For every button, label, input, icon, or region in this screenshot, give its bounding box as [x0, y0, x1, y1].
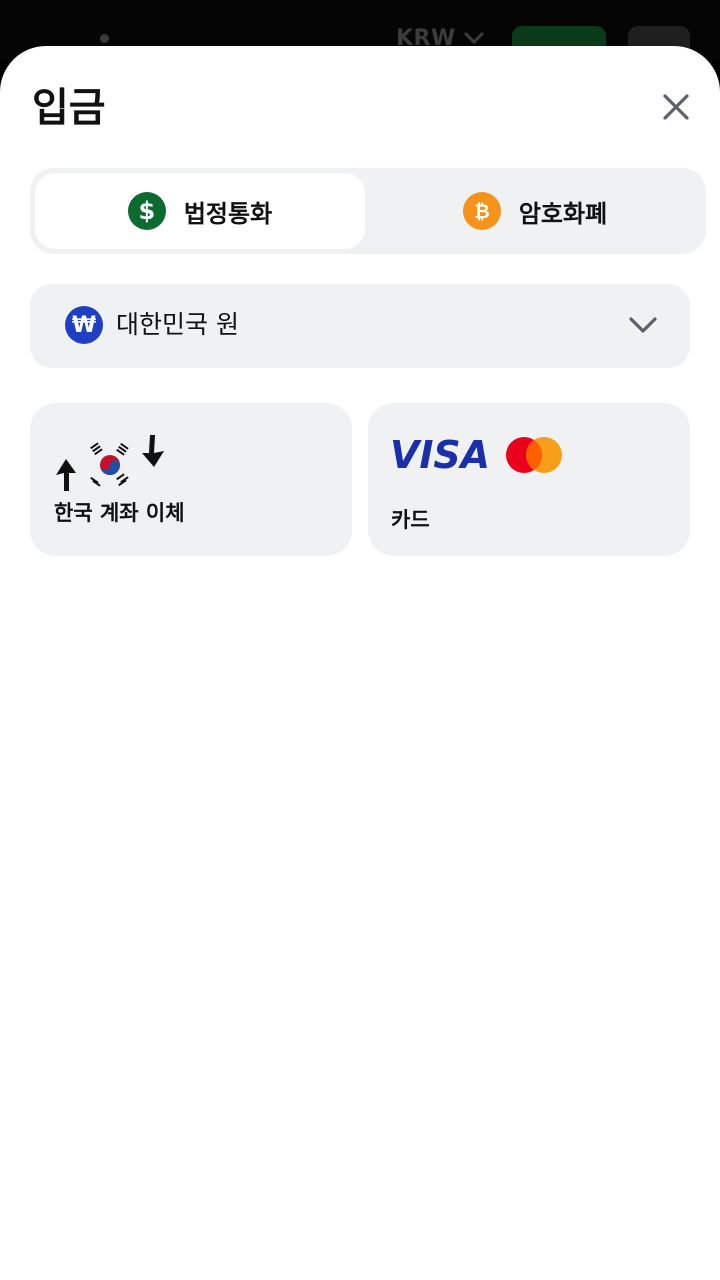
tab-fiat[interactable]: $ 법정통화 — [35, 173, 365, 249]
mastercard-logo — [506, 437, 562, 473]
currency-type-tabs: $ 법정통화 ₿ 암호화폐 — [30, 168, 706, 254]
close-button[interactable] — [652, 86, 700, 130]
tab-fiat-label: 법정통화 — [183, 199, 273, 228]
currency-select[interactable]: ₩ 대한민국 원 — [30, 284, 690, 368]
visa-logo: VISA — [390, 433, 490, 475]
tab-crypto[interactable]: ₿ 암호화폐 — [368, 173, 702, 249]
tab-crypto-label: 암호화폐 — [518, 199, 608, 228]
visa-logo-text: VISA — [390, 433, 490, 475]
sheet-title: 입금 — [32, 85, 106, 131]
currency-select-label: 대한민국 원 — [116, 310, 239, 339]
chevron-down-icon — [629, 317, 657, 333]
svg-text:₿: ₿ — [474, 201, 489, 223]
card-payment-option[interactable]: VISA 카드 — [368, 403, 690, 556]
korea-flag-transfer-icon — [56, 435, 164, 491]
bank-transfer-option[interactable]: 한국 계좌 이체 — [30, 403, 352, 556]
won-icon: ₩ — [65, 306, 103, 344]
deposit-sheet: 입금 $ 법정통화 ₿ 암호화폐 ₩ 대한민국 원 한국 계좌 이체 VISA … — [0, 46, 720, 1280]
card-payment-label: 카드 — [391, 508, 430, 532]
background-dot — [100, 34, 109, 43]
dollar-coin-icon: $ — [127, 192, 166, 230]
close-icon — [663, 94, 689, 120]
chevron-down-icon — [463, 31, 485, 45]
bank-transfer-label: 한국 계좌 이체 — [54, 501, 185, 525]
bitcoin-icon: ₿ — [462, 192, 501, 230]
